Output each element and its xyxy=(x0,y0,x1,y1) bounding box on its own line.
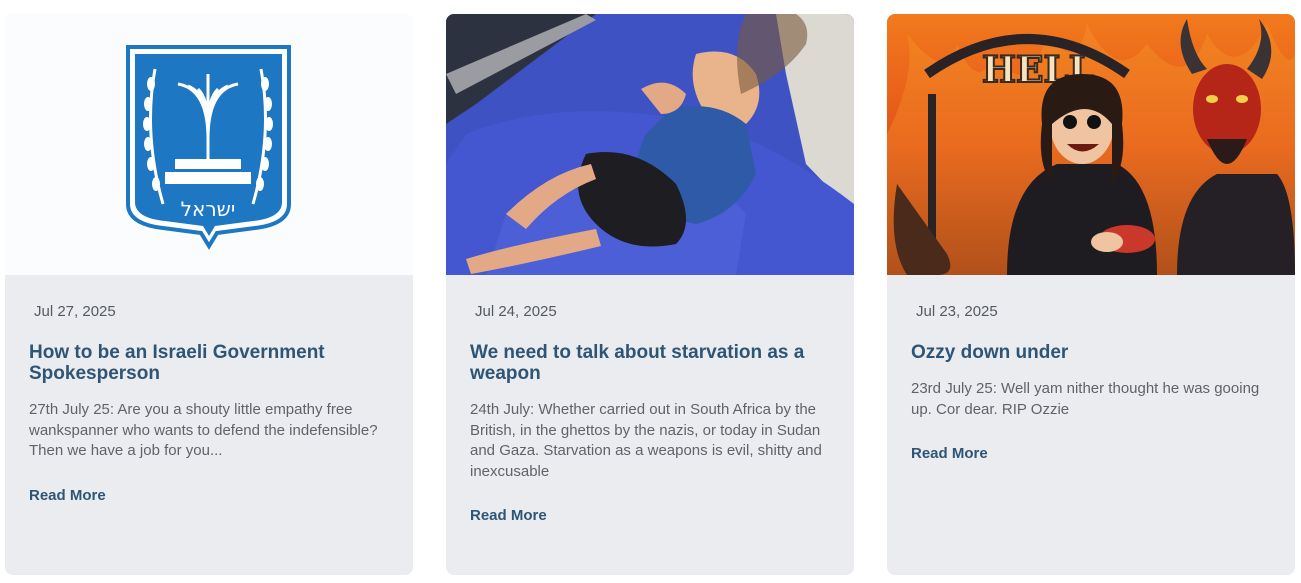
post-excerpt: 23rd July 25: Well yam nither thought he… xyxy=(911,380,1260,418)
read-more-link[interactable]: Read More xyxy=(911,445,988,462)
post-thumbnail[interactable]: ישראל xyxy=(5,14,413,275)
post-date: Jul 23, 2025 xyxy=(916,303,998,320)
blog-post-grid: ישראל Jul 27, 2025 How to be an Israeli … xyxy=(0,0,1301,583)
post-excerpt: 27th July 25: Are you a shouty little em… xyxy=(29,401,378,459)
post-title[interactable]: Ozzy down under xyxy=(911,342,1271,363)
post-card: ישראל Jul 27, 2025 How to be an Israeli … xyxy=(5,14,413,575)
post-card: HELL Jul 23, 2025 Ozzy down under 23rd J… xyxy=(887,14,1295,575)
post-card: Jul 24, 2025 We need to talk about starv… xyxy=(446,14,854,575)
post-title[interactable]: We need to talk about starvation as a we… xyxy=(470,342,830,384)
read-more-link[interactable]: Read More xyxy=(29,487,106,504)
post-title[interactable]: How to be an Israeli Government Spokespe… xyxy=(29,342,389,384)
emblem-hebrew-text: ישראל xyxy=(181,197,236,221)
starving-child-photo xyxy=(446,14,854,275)
read-more-link[interactable]: Read More xyxy=(470,507,547,524)
israel-emblem-image: ישראל xyxy=(5,14,413,275)
post-thumbnail[interactable]: HELL xyxy=(887,14,1295,275)
post-excerpt: 24th July: Whether carried out in South … xyxy=(470,401,822,480)
hell-cartoon-image: HELL xyxy=(887,14,1295,275)
post-date: Jul 27, 2025 xyxy=(34,303,116,320)
post-date: Jul 24, 2025 xyxy=(475,303,557,320)
post-thumbnail[interactable] xyxy=(446,14,854,275)
